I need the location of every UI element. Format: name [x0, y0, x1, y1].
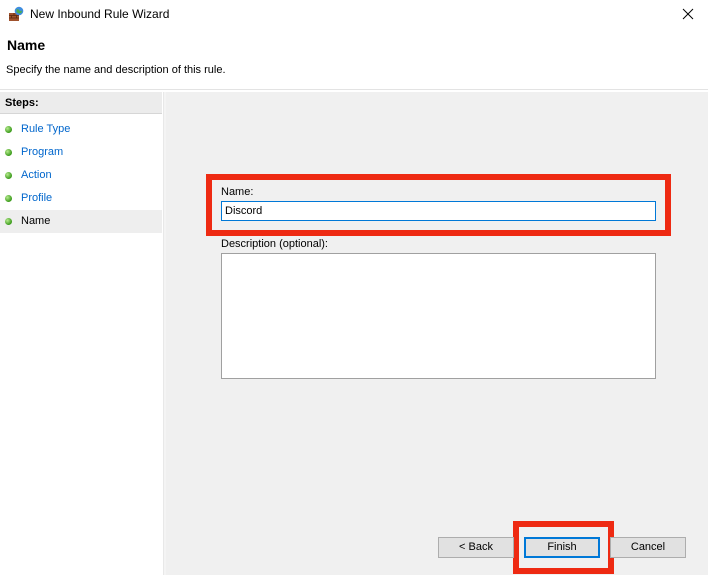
description-field[interactable] [221, 253, 656, 379]
step-name: Name [0, 210, 162, 233]
back-button[interactable]: < Back [438, 537, 514, 558]
step-action[interactable]: Action [0, 164, 162, 187]
step-bullet-icon [5, 172, 12, 179]
step-bullet-icon [5, 195, 12, 202]
step-label: Name [21, 215, 51, 227]
name-label: Name: [221, 186, 254, 198]
steps-pane: Steps: Rule Type Program Action Profile … [0, 92, 162, 575]
firewall-icon [8, 6, 24, 22]
step-label: Action [21, 169, 52, 181]
name-field[interactable] [221, 201, 656, 221]
page-subtitle: Specify the name and description of this… [6, 64, 226, 76]
close-icon [682, 8, 694, 20]
title-bar: New Inbound Rule Wizard [0, 0, 708, 30]
description-label: Description (optional): [221, 238, 328, 250]
content-area: Name: Description (optional): < Back Fin… [166, 92, 708, 575]
step-bullet-icon [5, 149, 12, 156]
step-bullet-icon [5, 218, 12, 225]
wizard-window: New Inbound Rule Wizard Name Specify the… [0, 0, 708, 575]
close-button[interactable] [668, 0, 708, 28]
step-profile[interactable]: Profile [0, 187, 162, 210]
cancel-button[interactable]: Cancel [610, 537, 686, 558]
wizard-header: Name Specify the name and description of… [0, 30, 708, 88]
step-bullet-icon [5, 126, 12, 133]
finish-button[interactable]: Finish [524, 537, 600, 558]
page-title: Name [7, 37, 46, 53]
window-title: New Inbound Rule Wizard [30, 7, 170, 21]
step-label: Program [21, 146, 64, 158]
header-divider [0, 89, 708, 90]
step-label: Profile [21, 192, 53, 204]
step-rule-type[interactable]: Rule Type [0, 118, 162, 141]
step-label: Rule Type [21, 123, 71, 135]
steps-heading: Steps: [0, 92, 162, 114]
step-program[interactable]: Program [0, 141, 162, 164]
